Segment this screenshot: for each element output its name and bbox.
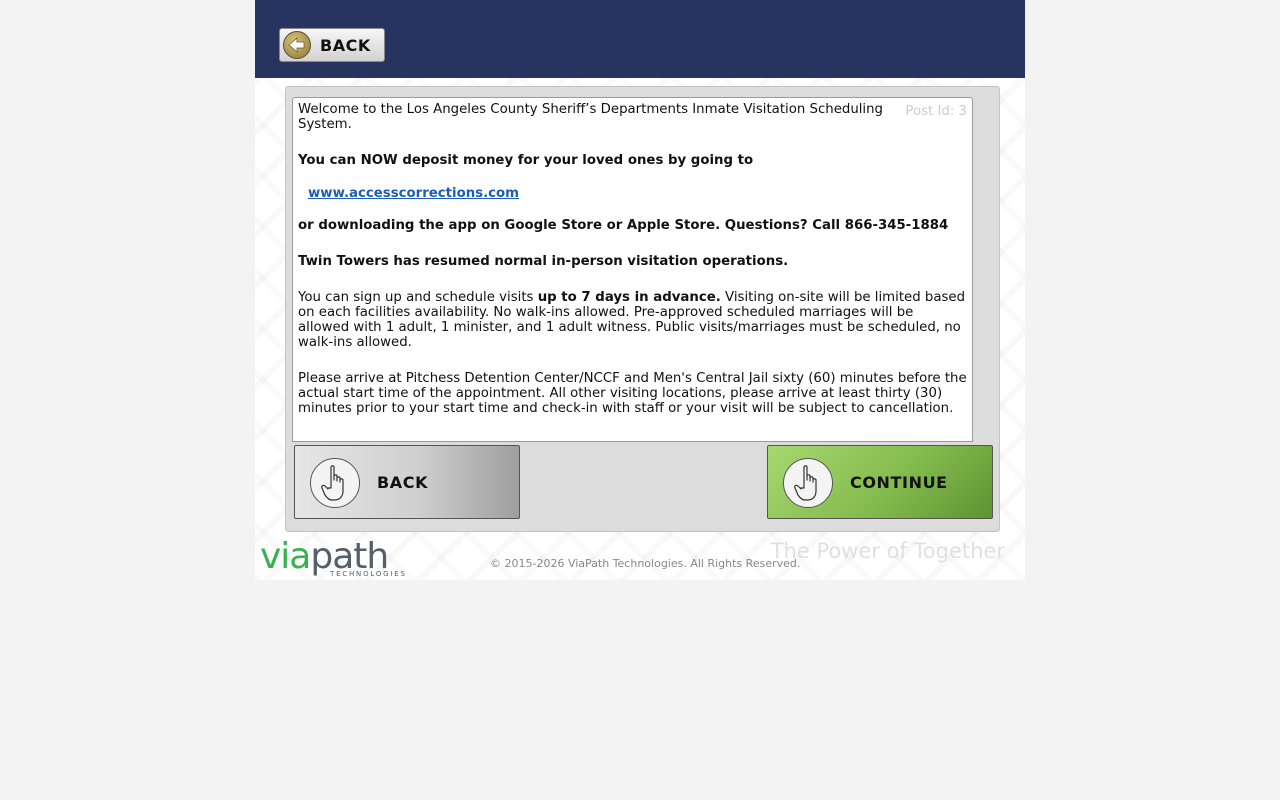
deposit-text: You can NOW deposit money for your loved…	[298, 153, 754, 168]
back-button[interactable]: BACK	[294, 445, 520, 519]
header-back-button[interactable]: BACK	[279, 28, 385, 62]
intro-text: Welcome to the Los Angeles County Sherif…	[298, 102, 883, 132]
arrival-text: Please arrive at Pitchess Detention Cent…	[298, 371, 967, 416]
header-bar: BACK	[255, 0, 1025, 78]
viapath-logo: viapath TECHNOLOGIES	[260, 537, 412, 581]
back-arrow-icon	[283, 31, 311, 59]
twin-towers-text: Twin Towers has resumed normal in-person…	[298, 254, 789, 269]
logo-via: via	[260, 536, 311, 577]
page: BACK Post Id: 3 Welcome to the Los Angel…	[255, 0, 1025, 580]
message-box[interactable]: Post Id: 3 Welcome to the Los Angeles Co…	[292, 97, 973, 442]
header-back-label: BACK	[320, 36, 371, 55]
pointing-hand-icon	[783, 458, 833, 508]
download-text: or downloading the app on Google Store o…	[298, 218, 949, 233]
copyright-text: © 2015-2026 ViaPath Technologies. All Ri…	[490, 557, 801, 570]
content-panel: Post Id: 3 Welcome to the Los Angeles Co…	[285, 86, 1000, 532]
tagline: The Power of Together	[770, 539, 1005, 563]
continue-button-label: CONTINUE	[850, 473, 948, 492]
link-line: www.accesscorrections.com	[298, 186, 967, 201]
signup-prefix: You can sign up and schedule visits	[298, 290, 538, 305]
logo-subtitle: TECHNOLOGIES	[330, 570, 407, 578]
pointing-hand-icon	[310, 458, 360, 508]
back-button-label: BACK	[377, 473, 429, 492]
signup-text: You can sign up and schedule visits up t…	[298, 290, 967, 350]
accesscorrections-link[interactable]: www.accesscorrections.com	[308, 186, 519, 201]
continue-button[interactable]: CONTINUE	[767, 445, 993, 519]
signup-bold: up to 7 days in advance.	[537, 290, 721, 305]
post-id: Post Id: 3	[905, 104, 967, 119]
